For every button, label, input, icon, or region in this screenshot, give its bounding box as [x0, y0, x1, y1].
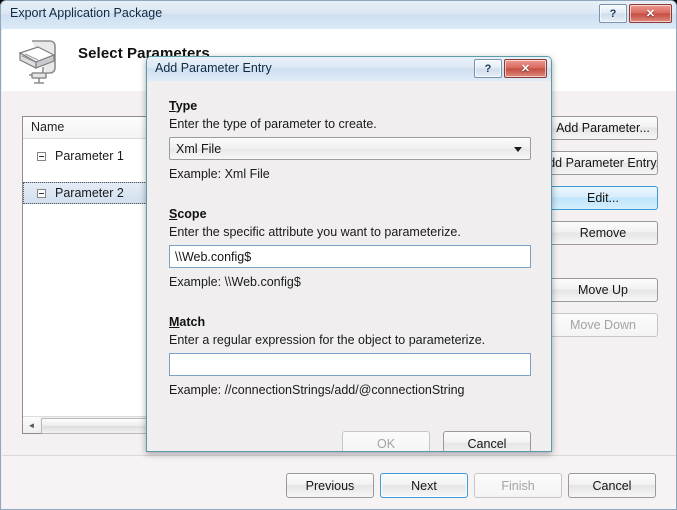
help-icon[interactable]: ? — [474, 59, 502, 78]
collapse-box-icon[interactable] — [37, 151, 46, 161]
move-up-button[interactable]: Move Up — [548, 278, 658, 302]
add-parameter-button[interactable]: Add Parameter... — [548, 116, 658, 140]
match-description: Enter a regular expression for the objec… — [169, 333, 486, 347]
next-button[interactable]: Next — [380, 473, 468, 498]
scope-example: Example: \\Web.config$ — [169, 275, 301, 289]
tree-row-label: Parameter 2 — [55, 186, 124, 200]
outer-window-title: Export Application Package — [10, 6, 163, 20]
package-wizard-icon — [18, 40, 56, 84]
scope-description: Enter the specific attribute you want to… — [169, 225, 461, 239]
inner-dialog-title: Add Parameter Entry — [155, 61, 272, 75]
chevron-down-icon[interactable] — [514, 146, 522, 152]
scroll-left-arrow-icon[interactable]: ◄ — [23, 417, 40, 433]
scope-label: Scope — [169, 207, 207, 221]
inner-title-bar[interactable]: Add Parameter Entry ? ✕ — [147, 57, 551, 82]
match-label: Match — [169, 315, 205, 329]
finish-button: Finish — [474, 473, 562, 498]
outer-window-controls: ? ✕ — [599, 4, 672, 23]
remove-button[interactable]: Remove — [548, 221, 658, 245]
help-icon[interactable]: ? — [599, 4, 627, 23]
tree-column-name[interactable]: Name — [31, 120, 64, 134]
scope-label-rest: cope — [177, 207, 207, 221]
add-parameter-entry-dialog: Add Parameter Entry ? ✕ Type Enter the t… — [146, 56, 552, 452]
inner-window-controls: ? ✕ — [474, 59, 547, 78]
type-combobox-value: Xml File — [176, 141, 222, 156]
match-label-rest: atch — [179, 315, 206, 329]
collapse-box-icon[interactable] — [37, 188, 46, 198]
edit-button[interactable]: Edit... — [548, 186, 658, 210]
close-icon[interactable]: ✕ — [504, 59, 547, 78]
move-down-button: Move Down — [548, 313, 658, 337]
outer-title-bar[interactable]: Export Application Package ? ✕ — [1, 1, 676, 30]
add-parameter-entry-button[interactable]: Add Parameter Entry... — [548, 151, 658, 175]
type-combobox[interactable]: Xml File — [169, 137, 531, 160]
scope-input[interactable]: \\Web.config$ — [169, 245, 531, 268]
ok-button: OK — [342, 431, 430, 451]
match-example: Example: //connectionStrings/add/@connec… — [169, 383, 465, 397]
scope-input-value: \\Web.config$ — [175, 249, 252, 264]
type-description: Enter the type of parameter to create. — [169, 117, 377, 131]
tree-row-label: Parameter 1 — [55, 149, 124, 163]
wizard-footer: Previous Next Finish Cancel — [2, 455, 676, 509]
match-accel-letter: M — [169, 315, 180, 329]
type-label-rest: ype — [175, 99, 198, 113]
match-input[interactable] — [169, 353, 531, 376]
type-example: Example: Xml File — [169, 167, 270, 181]
cancel-button[interactable]: Cancel — [568, 473, 656, 498]
previous-button[interactable]: Previous — [286, 473, 374, 498]
inner-dialog-body: Type Enter the type of parameter to crea… — [147, 81, 551, 451]
inner-cancel-button[interactable]: Cancel — [443, 431, 531, 451]
type-label: Type — [169, 99, 197, 113]
close-icon[interactable]: ✕ — [629, 4, 672, 23]
type-accel-letter: T — [169, 99, 176, 113]
